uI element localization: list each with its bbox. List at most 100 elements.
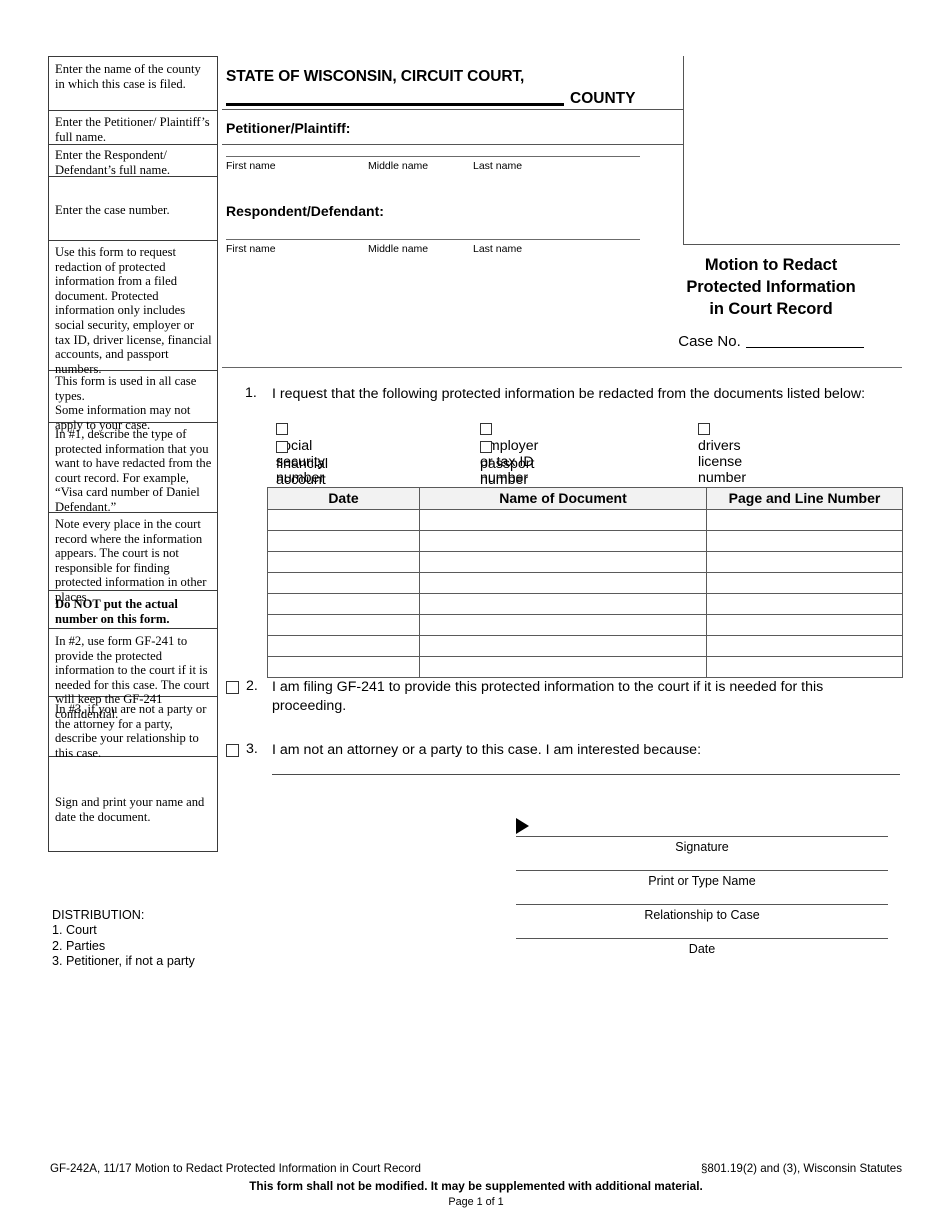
sidebar-text: Do NOT put the actual number on this for… [55, 597, 178, 626]
case-caption: STATE OF WISCONSIN, CIRCUIT COURT, COUNT… [222, 56, 900, 255]
cell-date[interactable] [267, 614, 420, 636]
checkbox-icon[interactable] [226, 744, 239, 757]
caption-divider-1 [222, 109, 683, 110]
sidebar-text: Enter the Respondent/ Defendant’s full n… [55, 148, 171, 177]
form-title-line-1: Motion to Redact [704, 256, 838, 274]
cell-page-line[interactable] [706, 509, 903, 531]
column-header-date: Date [267, 487, 420, 510]
petitioner-name-line[interactable] [226, 156, 640, 157]
footer-page-number: Page 1 of 1 [448, 1196, 504, 1208]
respondent-name-line[interactable] [226, 239, 640, 240]
checkbox-icon[interactable] [480, 423, 492, 435]
cell-page-line[interactable] [706, 635, 903, 657]
case-number-input-line[interactable] [745, 347, 864, 348]
cell-page-line[interactable] [706, 656, 903, 678]
county-label: COUNTY [570, 90, 636, 107]
sidebar-text: Enter the name of the county in which th… [55, 62, 201, 91]
caption-left-column: STATE OF WISCONSIN, CIRCUIT COURT, COUNT… [222, 56, 683, 255]
checkbox-item-2[interactable] [226, 681, 239, 694]
item-3-answer-line[interactable] [272, 774, 900, 775]
checkbox-icon[interactable] [276, 423, 288, 435]
print-or-type-name-caption: Print or Type Name [648, 874, 756, 888]
sidebar-text: Use this form to request redaction of pr… [55, 245, 212, 376]
item-3-text: I am not an attorney or a party to this … [272, 742, 702, 758]
cell-date[interactable] [267, 656, 420, 678]
cell-document[interactable] [419, 593, 707, 615]
sidebar-item-item1-instruction: In #1, describe the type of protected in… [49, 423, 217, 514]
respondent-heading-colon: : [379, 203, 384, 219]
last-name-hint: Last name [473, 243, 523, 255]
middle-name-hint: Middle name [368, 243, 429, 255]
signature-pointer-icon [516, 818, 529, 834]
distribution-item: 3. Petitioner, if not a party [52, 954, 195, 969]
sidebar-item-item2-instruction: In #2, use form GF-241 to provide the pr… [49, 629, 217, 721]
cell-document[interactable] [419, 530, 707, 552]
sidebar-text: Enter the Petitioner/ Plaintiff’s full n… [55, 115, 210, 144]
middle-name-hint: Middle name [368, 160, 429, 172]
cell-date[interactable] [267, 509, 420, 531]
cell-page-line[interactable] [706, 614, 903, 636]
sidebar-item-sign-instruction: Sign and print your name and date the do… [49, 757, 217, 851]
column-header-name-of-document: Name of Document [419, 487, 707, 510]
sidebar-text: Sign and print your name and date the do… [55, 795, 205, 824]
checkbox-icon[interactable] [698, 423, 710, 435]
cell-document[interactable] [419, 614, 707, 636]
cell-document[interactable] [419, 635, 707, 657]
sidebar-item-petitioner-instruction: Enter the Petitioner/ Plaintiff’s full n… [49, 111, 217, 145]
cell-date[interactable] [267, 593, 420, 615]
checkbox-item-3[interactable] [226, 744, 239, 757]
cell-date[interactable] [267, 572, 420, 594]
signature-caption: Signature [675, 840, 729, 854]
petitioner-heading-colon: : [345, 120, 351, 136]
sidebar-item-note-every-place-instruction: Note every place in the court record whe… [49, 513, 217, 604]
date-caption: Date [688, 942, 716, 956]
print-or-type-name-input-line[interactable] [516, 870, 888, 871]
item-2-text: I am filing GF-241 to provide this prote… [272, 679, 824, 715]
last-name-hint: Last name [473, 160, 523, 172]
cell-page-line[interactable] [706, 530, 903, 552]
checkbox-icon[interactable] [226, 681, 239, 694]
form-title: Motion to Redact Protected Information i… [640, 255, 902, 321]
footer-notice: This form shall not be modified. It may … [249, 1179, 703, 1193]
checkbox-icon[interactable] [480, 441, 492, 453]
sidebar-item-purpose-instruction: Use this form to request redaction of pr… [49, 241, 217, 376]
cell-document[interactable] [419, 551, 707, 573]
form-title-line-3: in Court Record [709, 299, 833, 318]
county-entry-line[interactable] [226, 103, 564, 106]
cell-document[interactable] [419, 572, 707, 594]
petitioner-heading: Petitioner/Plaintiff: [226, 120, 350, 136]
form-title-line-2: Protected Information [686, 277, 856, 296]
checkbox-passport-number[interactable]: passport number [480, 440, 534, 488]
footer-statute: §801.19(2) and (3), Wisconsin Statutes [700, 1162, 902, 1175]
distribution-list: DISTRIBUTION: 1. Court 2. Parties 3. Pet… [52, 908, 195, 969]
footer-form-id: GF-242A, 11/17 Motion to Redact Protecte… [50, 1162, 421, 1175]
sidebar-text: This form is used in all case types. [55, 374, 197, 403]
checkbox-label: passport number [480, 456, 535, 488]
sidebar-item-item3-instruction: In #3, if you are not a party or the att… [49, 697, 217, 760]
cell-date[interactable] [267, 551, 420, 573]
cell-document[interactable] [419, 509, 707, 531]
table-row [267, 656, 903, 678]
date-input-line[interactable] [516, 938, 888, 939]
cell-date[interactable] [267, 530, 420, 552]
signature-input-line[interactable] [516, 836, 888, 837]
instruction-sidebar: Enter the name of the county in which th… [48, 56, 218, 852]
cell-page-line[interactable] [706, 572, 903, 594]
distribution-heading: DISTRIBUTION: [52, 908, 145, 922]
table-body [267, 509, 903, 678]
sidebar-item-do-not-put-number-warning: Do NOT put the actual number on this for… [49, 591, 217, 629]
respondent-heading-text: Respondent/Defendant [226, 203, 380, 219]
column-header-page-and-line-number: Page and Line Number [706, 487, 903, 510]
cell-page-line[interactable] [706, 551, 903, 573]
cell-date[interactable] [267, 635, 420, 657]
relationship-to-case-input-line[interactable] [516, 904, 888, 905]
cell-page-line[interactable] [706, 593, 903, 615]
sidebar-item-case-number-instruction: Enter the case number. [49, 177, 217, 241]
table-header-row: Date Name of Document Page and Line Numb… [267, 487, 903, 510]
court-title: STATE OF WISCONSIN, CIRCUIT COURT, [226, 68, 525, 85]
checkbox-drivers-license-number[interactable]: drivers license number [698, 422, 746, 486]
item-2-number: 2. [246, 678, 258, 694]
checkbox-icon[interactable] [276, 441, 288, 453]
case-number-label: Case No. [678, 333, 741, 350]
cell-document[interactable] [419, 656, 707, 678]
